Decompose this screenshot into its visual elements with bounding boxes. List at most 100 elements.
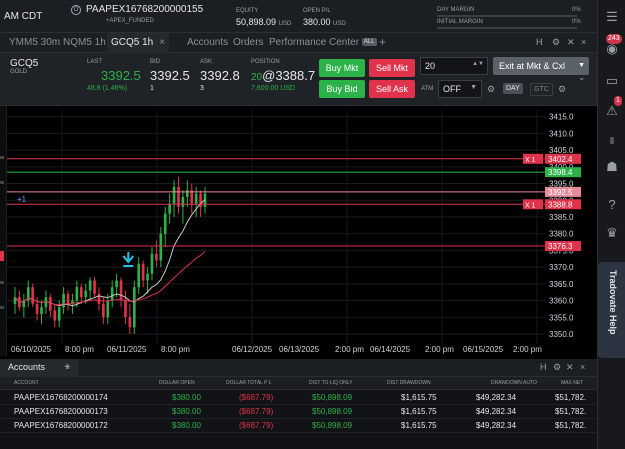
candle-body [159, 233, 163, 261]
add-tab-icon[interactable]: + [379, 35, 386, 49]
candle-body [141, 263, 145, 281]
header-toggle-icon[interactable]: H [540, 362, 547, 372]
add-tab-icon[interactable]: + [64, 361, 70, 373]
exit-at-mkt-button[interactable]: Exit at Mkt & Cxl ▼ [493, 57, 589, 75]
tab-close-icon[interactable]: × [159, 37, 165, 48]
cell-dist-drawdown: $1,615.75 [401, 421, 437, 430]
all-badge[interactable]: ALL [361, 38, 377, 47]
buy-bid-button[interactable]: Buy Bid [319, 80, 365, 98]
tab-nqm5[interactable]: NQM5 1h [63, 37, 106, 48]
bid-label: BID [150, 59, 161, 65]
symbol-name[interactable]: GCQ5 [10, 58, 38, 69]
candle-body [35, 303, 39, 314]
cell-dist-drawdown: $1,615.75 [401, 407, 437, 416]
price-level-label: 3388.8 [548, 200, 573, 209]
col-account[interactable]: ACCOUNT [14, 380, 39, 386]
candle-body [146, 273, 149, 281]
chart-left-strip [0, 106, 7, 356]
tab-ymm5[interactable]: YMM5 30m [9, 37, 60, 48]
col-dollar-open[interactable]: DOLLAR OPEN [159, 380, 195, 386]
candle-body [119, 280, 123, 301]
ask-size: 3 [200, 85, 204, 92]
ask-label: ASK [200, 59, 213, 65]
help-icon[interactable]: ? [603, 196, 621, 214]
chart-svg[interactable]: 3415.03410.03405.03400.03395.03390.03385… [7, 106, 597, 356]
sell-ask-button[interactable]: Sell Ask [369, 80, 415, 98]
candle-body [137, 263, 141, 288]
price-level-label: 3402.4 [548, 155, 573, 164]
collapse-icon[interactable]: ⌄ [578, 72, 586, 83]
header-toggle-icon[interactable]: H [536, 37, 543, 47]
x-tick-label: 06/13/2025 [279, 345, 320, 354]
right-rail: ☰ ◉ 243 ▭ ⚠ 1 ⫴ ☗ ? ♛ Tradovate Help [597, 0, 625, 449]
close-panel-icon[interactable]: × [581, 37, 586, 47]
candle-body [66, 293, 70, 304]
candle-body [106, 300, 110, 318]
atm-strategy-select[interactable]: OFF ▼ [438, 80, 482, 98]
candle-body [62, 293, 65, 308]
tradovate-help-tab[interactable]: Tradovate Help [598, 262, 625, 358]
chat-icon[interactable]: ▭ [603, 72, 621, 90]
popout-icon[interactable]: ✕ [567, 37, 575, 48]
col-dist-drawdown[interactable]: DIST DRAWDOWN [387, 380, 431, 386]
candle-body [88, 280, 92, 291]
table-row[interactable]: PAAPEX16768200000172 $380.00 ($687.79) $50,… [0, 419, 597, 433]
sell-mkt-button[interactable]: Sell Mkt [369, 59, 415, 77]
tif-gtc-button[interactable]: GTC [530, 83, 553, 96]
col-dollar-total-pl[interactable]: DOLLAR TOTAL P L [226, 380, 272, 386]
price-level-label: 3398.4 [548, 168, 573, 177]
tif-settings-icon[interactable]: ⚙ [558, 84, 566, 95]
alert-count-badge: 1 [614, 96, 622, 106]
bars-icon[interactable]: ⫴ [603, 132, 621, 150]
strip-tick [0, 281, 4, 284]
position-marker: +1 [17, 195, 27, 204]
close-panel-icon[interactable]: × [580, 362, 585, 372]
buy-mkt-button[interactable]: Buy Mkt [319, 59, 365, 77]
cell-drawdown-auto: $49,282.34 [476, 393, 517, 402]
table-row[interactable]: PAAPEX16768200000174 $380.00 ($687.79) $50,… [0, 391, 597, 405]
col-dist-liq[interactable]: DIST TO LIQ ONLY [309, 380, 353, 386]
module-tabs: YMM5 30m NQM5 1h GCQ5 1h × Accounts Order… [0, 33, 597, 53]
trophy-icon[interactable]: ♛ [603, 224, 621, 242]
sliders-icon[interactable]: ☰ [603, 8, 621, 26]
price-chart[interactable]: 3415.03410.03405.03400.03395.03390.03385… [7, 106, 597, 356]
y-tick-label: 3380.0 [549, 230, 574, 239]
y-tick-label: 3350.0 [549, 330, 574, 339]
initial-margin-label: INITIAL MARGIN [437, 19, 483, 25]
cell-max-net: $51,782. [555, 393, 587, 402]
tab-performance-center[interactable]: Performance Center ALL [269, 37, 377, 48]
tab-accounts[interactable]: Accounts [187, 37, 228, 48]
cell-max-net: $51,782. [555, 421, 587, 430]
settings-icon[interactable]: ⚙ [552, 37, 560, 48]
tif-day-button[interactable]: DAY [503, 83, 523, 94]
candle-body [115, 280, 118, 288]
cell-drawdown-auto: $49,282.34 [476, 407, 517, 416]
candle-body [128, 317, 132, 328]
candle-body [79, 287, 83, 298]
position-value: 20@3388.7 [251, 68, 316, 83]
tab-orders[interactable]: Orders [233, 37, 264, 48]
community-icon[interactable]: ☗ [603, 158, 621, 176]
popout-icon[interactable]: ✕ [566, 362, 574, 373]
cell-account: PAAPEX16768200000174 [14, 393, 108, 402]
col-max-net[interactable]: MAX NET [561, 380, 583, 386]
candle-body [110, 287, 114, 301]
candle-body [31, 287, 34, 304]
x-tick-label: 2:00 pm [335, 345, 364, 354]
candle-body [155, 253, 158, 261]
account-selector[interactable]: PAAPEX16768200000155 [86, 4, 203, 15]
chevron-down-icon[interactable]: ▼ [470, 84, 477, 91]
tab-gcq5[interactable]: GCQ5 1h × [107, 33, 170, 53]
initial-margin-bar [437, 27, 577, 29]
y-tick-label: 3360.0 [549, 297, 574, 306]
cell-dollar-open: $380.00 [172, 421, 201, 430]
candle-body [53, 310, 57, 321]
col-drawdown-auto[interactable]: DRAWDOWN AUTO [491, 380, 537, 386]
quantity-input[interactable]: 20 ▲▼ [420, 57, 488, 75]
table-row[interactable]: PAAPEX16768200000173 $380.00 ($687.79) $50,… [0, 405, 597, 419]
quantity-spinner-icon[interactable]: ▲▼ [472, 61, 484, 67]
bid-price: 3392.5 [150, 68, 190, 83]
settings-icon[interactable]: ⚙ [553, 362, 561, 373]
trading-window: AM CDT D PAAPEX16768200000155 +APEX_FUND… [0, 0, 625, 449]
atm-settings-icon[interactable]: ⚙ [487, 84, 495, 95]
